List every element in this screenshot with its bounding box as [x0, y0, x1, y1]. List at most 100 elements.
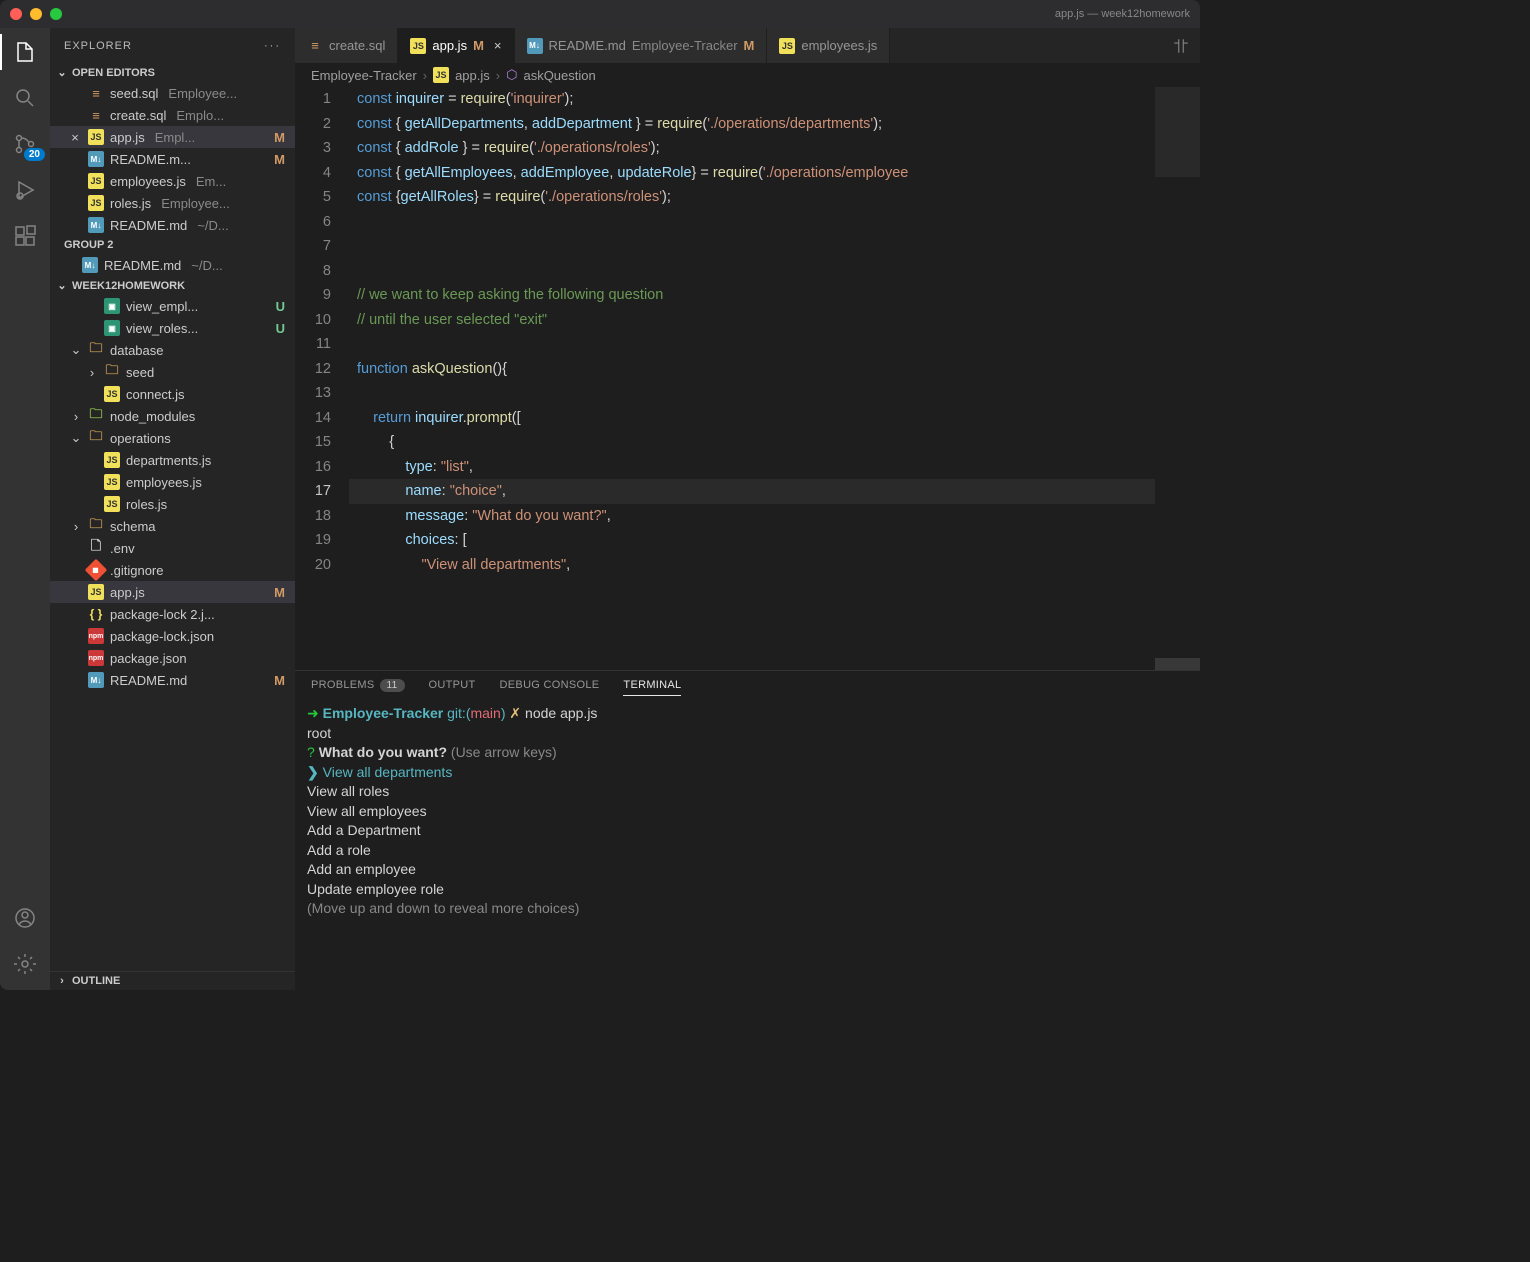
file-label: app.js: [110, 130, 145, 145]
tree-folder[interactable]: ›🗀seed: [50, 361, 295, 383]
tree-file[interactable]: ◆.gitignore: [50, 559, 295, 581]
tree-file[interactable]: JS departments.js: [50, 449, 295, 471]
open-editor-item[interactable]: M↓README.md~/D...: [50, 214, 295, 236]
code-content[interactable]: const inquirer = require('inquirer');con…: [349, 87, 1155, 670]
tree-file[interactable]: npm package.json: [50, 647, 295, 669]
tree-file[interactable]: M↓README.mdM: [50, 669, 295, 691]
file-label: README.md: [110, 218, 187, 233]
file-label: .env: [110, 541, 135, 556]
file-icon: 🗋: [88, 540, 104, 556]
open-editor-item[interactable]: JSemployees.jsEm...: [50, 170, 295, 192]
close-icon[interactable]: ×: [494, 38, 502, 53]
panel-tab-problems[interactable]: PROBLEMS11: [311, 679, 405, 696]
file-label: README.m...: [110, 152, 191, 167]
activity-debug-icon[interactable]: [11, 176, 39, 204]
open-editor-item[interactable]: ≡seed.sqlEmployee...: [50, 82, 295, 104]
npm-icon: npm: [88, 650, 104, 666]
activity-explorer-icon[interactable]: [11, 38, 39, 66]
titlebar: app.js — week12homework: [0, 0, 1200, 28]
file-label: connect.js: [126, 387, 185, 402]
js-icon: JS: [433, 67, 449, 83]
js-icon: JS: [88, 129, 104, 145]
compare-icon[interactable]: [1172, 37, 1190, 55]
js-icon: JS: [104, 452, 120, 468]
tree-folder[interactable]: ⌄🗀database: [50, 339, 295, 361]
sidebar-title: EXPLORER: [64, 40, 132, 52]
markdown-icon: M↓: [527, 38, 543, 54]
window-maximize[interactable]: [50, 8, 62, 20]
folder-icon: 🗀: [88, 430, 104, 446]
modified-badge: M: [473, 38, 484, 53]
open-editor-item[interactable]: JSroles.jsEmployee...: [50, 192, 295, 214]
chevron-right-icon: ›: [70, 409, 82, 424]
panel-tab-output[interactable]: OUTPUT: [429, 679, 476, 696]
markdown-icon: M↓: [88, 217, 104, 233]
editor-tab[interactable]: JSemployees.js: [767, 28, 890, 63]
js-icon: JS: [104, 496, 120, 512]
tree-file[interactable]: JSconnect.js: [50, 383, 295, 405]
editor-tab[interactable]: JSapp.jsM×: [398, 28, 514, 63]
file-label: operations: [110, 431, 171, 446]
activity-extensions-icon[interactable]: [11, 222, 39, 250]
tree-file[interactable]: ▣view_roles...U: [50, 317, 295, 339]
editor-tab[interactable]: M↓README.mdEmployee-TrackerM: [515, 28, 768, 63]
close-icon[interactable]: ×: [68, 130, 82, 145]
terminal[interactable]: ➜ Employee-Tracker git:(main) ✗ node app…: [295, 700, 1200, 990]
folder-icon: 🗀: [104, 364, 120, 380]
tree-file[interactable]: 🗋 .env: [50, 537, 295, 559]
minimap[interactable]: [1155, 87, 1200, 670]
chevron-right-icon: ›: [56, 975, 68, 987]
open-editor-item[interactable]: M↓README.md~/D...: [50, 254, 295, 276]
tree-file[interactable]: JSroles.js: [50, 493, 295, 515]
tree-file[interactable]: JSapp.jsM: [50, 581, 295, 603]
open-editor-item[interactable]: ×JSapp.jsEmpl...M: [50, 126, 295, 148]
activity-bar: 20: [0, 28, 50, 990]
activity-search-icon[interactable]: [11, 84, 39, 112]
file-label: package.json: [110, 651, 187, 666]
tree-folder[interactable]: ›🗀schema: [50, 515, 295, 537]
activity-account-icon[interactable]: [11, 904, 39, 932]
database-icon: ≡: [88, 85, 104, 101]
scm-badge: 20: [24, 148, 45, 161]
sidebar-more-icon[interactable]: ···: [264, 40, 281, 52]
breadcrumb[interactable]: Employee-Tracker › JS app.js › ⬡ askQues…: [295, 63, 1200, 87]
tree-file[interactable]: npmpackage-lock.json: [50, 625, 295, 647]
js-icon: JS: [88, 195, 104, 211]
activity-settings-icon[interactable]: [11, 950, 39, 978]
tree-file[interactable]: ▣view_empl...U: [50, 295, 295, 317]
line-gutter: 1234567891011121314151617181920: [295, 87, 349, 670]
file-label: departments.js: [126, 453, 211, 468]
modified-badge: M: [274, 152, 285, 167]
code-editor[interactable]: 1234567891011121314151617181920 const in…: [295, 87, 1200, 670]
panel-tab-debug[interactable]: DEBUG CONSOLE: [500, 679, 600, 696]
editor-tab[interactable]: ≡create.sql: [295, 28, 398, 63]
editor-tabs: ≡create.sqlJSapp.jsM×M↓README.mdEmployee…: [295, 28, 1200, 63]
chevron-down-icon: ⌄: [70, 342, 82, 358]
activity-scm-icon[interactable]: 20: [11, 130, 39, 158]
section-outline[interactable]: › OUTLINE: [50, 971, 295, 990]
open-editor-item[interactable]: ≡create.sqlEmplo...: [50, 104, 295, 126]
file-label: view_empl...: [126, 299, 198, 314]
section-group2[interactable]: GROUP 2: [50, 236, 295, 254]
panel-tab-terminal[interactable]: TERMINAL: [623, 679, 681, 696]
section-open-editors[interactable]: ⌄ OPEN EDITORS: [50, 63, 295, 82]
window-close[interactable]: [10, 8, 22, 20]
file-label: employees.js: [126, 475, 202, 490]
section-workspace[interactable]: ⌄ WEEK12HOMEWORK: [50, 276, 295, 295]
json-icon: { }: [88, 606, 104, 622]
tree-folder[interactable]: ›🗀node_modules: [50, 405, 295, 427]
file-label: roles.js: [110, 196, 151, 211]
js-icon: JS: [88, 584, 104, 600]
tree-folder[interactable]: ⌄🗀operations: [50, 427, 295, 449]
file-label: employees.js: [110, 174, 186, 189]
bottom-panel: PROBLEMS11 OUTPUT DEBUG CONSOLE TERMINAL…: [295, 670, 1200, 990]
tree-file[interactable]: JSemployees.js: [50, 471, 295, 493]
tree-file[interactable]: { }package-lock 2.j...: [50, 603, 295, 625]
folder-icon: 🗀: [88, 408, 104, 424]
file-label: README.md: [110, 673, 187, 688]
untracked-badge: U: [276, 299, 285, 314]
open-editor-item[interactable]: M↓README.m...M: [50, 148, 295, 170]
file-label: create.sql: [110, 108, 166, 123]
file-label: package-lock.json: [110, 629, 214, 644]
window-minimize[interactable]: [30, 8, 42, 20]
